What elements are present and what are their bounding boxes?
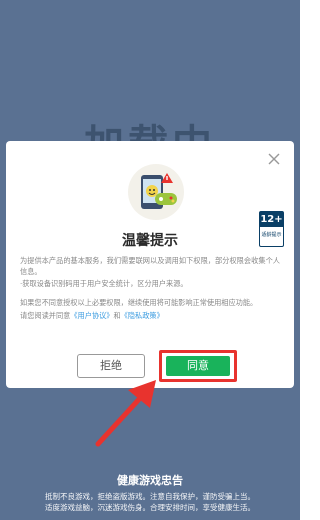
close-icon[interactable] [266,151,282,167]
agree-button[interactable]: 同意 [166,356,230,376]
dialog-title: 温馨提示 [122,233,178,249]
user-agreement-link[interactable]: 《用户协议》 [70,311,113,320]
consequence-text: 如果您不同意授权以上必要权限，继续使用将可能影响正常使用相应功能。 [20,298,258,307]
permission-intro-text: 为提供本产品的基本服务，我们需要联网以及调用如下权限，部分权限会收集个人信息。 [20,256,280,276]
health-notice-line: 抵制不良游戏，拒绝盗版游戏。注意自我保护，谨防受骗上当。 [45,492,255,501]
agreement-text: 请您阅读并同意《用户协议》和《隐私政策》 [20,311,164,320]
health-notice: 健康游戏忠告 抵制不良游戏，拒绝盗版游戏。注意自我保护，谨防受骗上当。 适度游戏… [0,472,300,513]
pointer-arrow [95,380,156,447]
refuse-button[interactable]: 拒绝 [77,354,145,378]
highlight-box: 同意 [159,350,237,382]
device-id-text: ·获取设备识别码用于用户安全统计，区分用户来源。 [20,279,188,288]
phone-gamepad-illustration [127,163,185,221]
health-notice-line: 适度游戏益脑，沉迷游戏伤身。合理安排时间，享受健康生活。 [45,503,255,512]
privacy-policy-link[interactable]: 《隐私政策》 [121,311,164,320]
health-notice-title: 健康游戏忠告 [117,474,183,487]
privacy-dialog: 12+ 适龄提示 温馨提示 为提供本产品的基本服务，我们需要联网以及调用如下权限… [6,141,294,388]
